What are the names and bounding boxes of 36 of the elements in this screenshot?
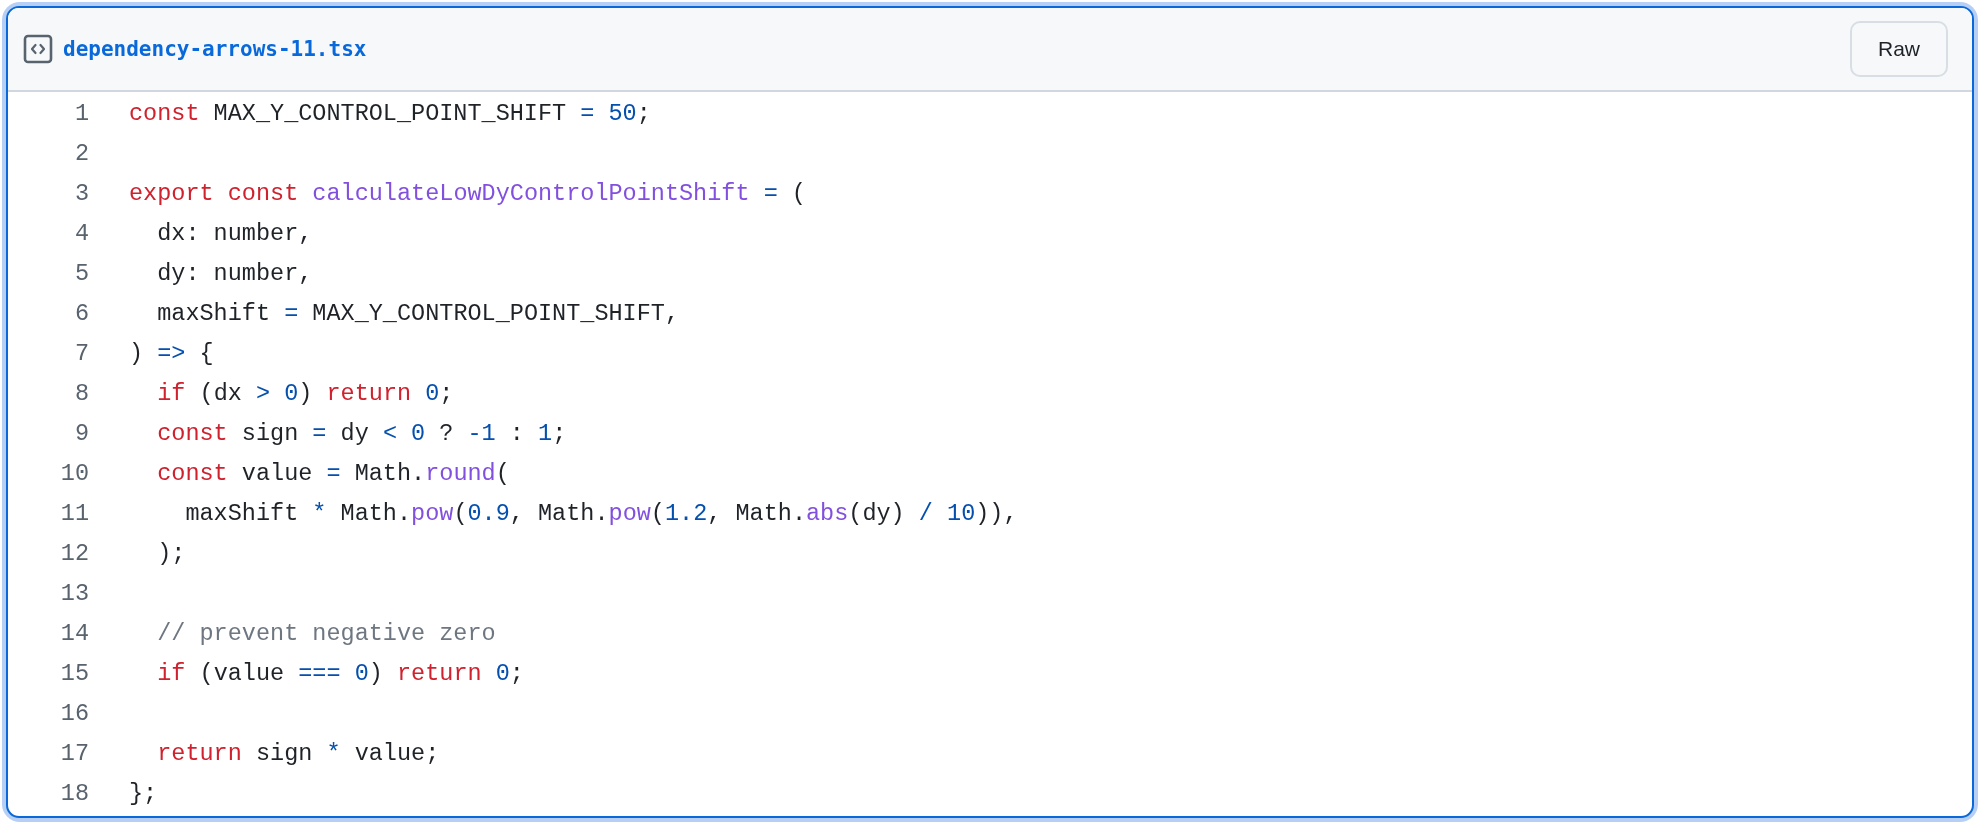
line-number: 18 [59, 779, 89, 807]
code-line: if (value === 0) return 0; [156, 659, 524, 687]
code-line: maxShift = MAX_Y_CONTROL_POINT_SHIFT, [156, 299, 679, 327]
line-number: 13 [59, 579, 89, 607]
file-name-link[interactable]: dependency-arrows-11.tsx [63, 37, 367, 61]
code-line: ) => { [129, 339, 214, 367]
code-line: return sign * value; [156, 739, 440, 767]
line-number: 15 [59, 659, 89, 687]
line-number: 14 [59, 619, 89, 647]
line-number: 4 [73, 219, 89, 247]
line-number: 9 [73, 419, 89, 447]
code-line: const value = Math.round( [156, 459, 510, 487]
line-number: 16 [59, 699, 89, 727]
code-line: }; [129, 779, 158, 807]
line-number: 10 [59, 459, 89, 487]
line-number: 17 [59, 739, 89, 767]
code-line: if (dx > 0) return 0; [156, 379, 454, 407]
line-number: 3 [73, 179, 89, 207]
code-line: ); [156, 539, 186, 567]
line-number: 8 [73, 379, 89, 407]
line-number: 12 [59, 539, 89, 567]
line-number: 2 [73, 139, 89, 167]
code-line: const MAX_Y_CONTROL_POINT_SHIFT = 50; [129, 99, 651, 127]
code-line: export const calculateLowDyControlPointShift = ( [129, 179, 806, 207]
line-number: 5 [73, 259, 89, 287]
line-number: 11 [59, 499, 89, 527]
raw-button[interactable]: Raw [1850, 21, 1948, 77]
line-number: 1 [73, 99, 89, 127]
code-line: const sign = dy < 0 ? -1 : 1; [156, 419, 567, 447]
code-line: dy: number, [156, 259, 313, 287]
line-number: 6 [73, 299, 89, 327]
code-line: maxShift * Math.pow(0.9, Math.pow(1.2, Math.abs(dy) / 10)), [184, 499, 1018, 527]
code-line: dx: number, [156, 219, 313, 247]
code-line: // prevent negative zero [156, 619, 496, 647]
code-file-icon [23, 34, 53, 64]
line-number: 7 [73, 339, 89, 367]
